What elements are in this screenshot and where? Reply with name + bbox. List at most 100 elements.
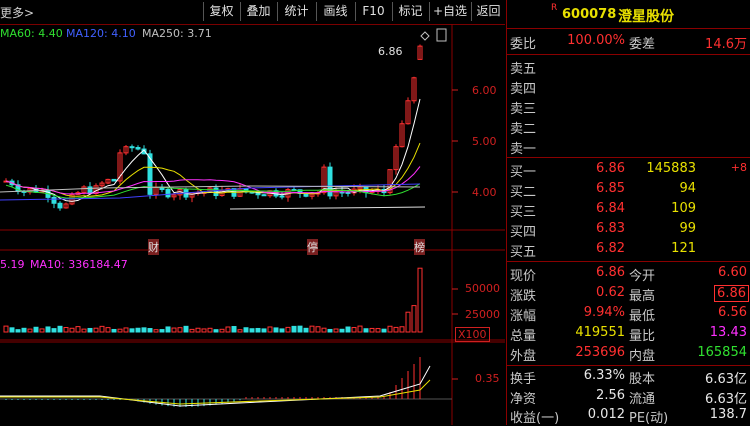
panel-toggle-icon [436,28,447,42]
kline-chart-svg[interactable] [0,24,505,425]
candle-body [345,191,351,194]
volume-bar [63,326,69,333]
stock-name: 澄星股份 [618,9,674,25]
price-axis-600: 6.00 [472,84,497,97]
volume-bar [15,329,21,333]
finance-event-marker[interactable]: 财 [148,239,159,255]
volume-ratio-value: 13.43 [709,325,747,340]
candle-body [129,146,135,149]
high-price-marker: 6.86 [378,45,403,58]
support-line [229,206,426,210]
buy3-label: 买三 [510,205,537,220]
volume-bar [255,327,261,333]
fuquan-button[interactable]: 复权 [203,2,239,21]
buy4-row[interactable]: 买四 6.83 99 [507,220,750,240]
draw-line-button[interactable]: 画线 [316,2,354,21]
volume-bar [363,328,369,333]
stock-code: 600078 [562,7,617,22]
stock-badge: R [551,3,558,13]
suspend-event-marker[interactable]: 停 [307,239,318,255]
weicha-label: 委差 [629,37,656,52]
volume-bar [153,329,159,333]
candle-body [261,194,267,197]
total-volume-value: 419551 [575,325,625,340]
buy4-volume: 99 [679,221,696,236]
total-volume-label: 总量 [510,329,537,344]
volume-bar [123,327,129,333]
volume-bar [261,328,267,333]
quote-row-volume: 总量 419551 量比 13.43 [507,324,750,344]
volume-bar [303,327,309,333]
more-menu[interactable]: 更多> [0,4,34,21]
volume-bar [321,327,327,333]
eps-value: 0.012 [587,407,625,422]
weibi-value: 100.00% [567,33,625,48]
volume-bar [405,311,411,333]
overlay-button[interactable]: 叠加 [240,2,276,21]
volume-bar [219,328,225,333]
volume-bar [393,326,399,333]
buy2-row[interactable]: 买二 6.85 94 [507,180,750,200]
zoom-diamond-icon [420,31,430,41]
buy1-volume: 145883 [646,161,696,176]
mark-button[interactable]: 标记 [392,2,428,21]
volume-bar [81,328,87,333]
float-label: 流通 [629,392,656,407]
volume-bar [27,328,33,333]
volume-bar [201,328,207,333]
buy2-label: 买二 [510,185,537,200]
volume-bar [339,328,345,333]
volume-ratio-label: 量比 [629,329,656,344]
buy5-row[interactable]: 买五 6.82 121 [507,240,750,260]
volume-bar [225,326,231,333]
pct-value: 9.94% [583,305,625,320]
buy1-label: 买一 [510,165,537,180]
volume-bar [99,325,105,333]
sell5-row[interactable]: 卖五 [507,57,750,77]
volume-bar [141,327,147,333]
volume-bar [117,328,123,333]
volume-bar [309,325,315,333]
volume-bar [69,327,75,333]
back-button[interactable]: 返回 [471,2,505,21]
share-capital-value: 6.63亿 [705,372,747,387]
buy5-label: 买五 [510,245,537,260]
sell1-row[interactable]: 卖一 [507,137,750,157]
kline-chart-area[interactable]: MA60: 4.40 MA120: 4.10 MA250: 3.71 6.86 … [0,24,505,425]
buy1-row[interactable]: 买一 6.86 145883 +8 [507,160,750,180]
volume-bar [369,327,375,333]
list-event-marker[interactable]: 榜 [414,239,425,255]
volume-bar [57,325,63,333]
candle-body [165,188,171,198]
candle-body [57,202,63,209]
price-value: 6.86 [596,265,625,280]
vol-unit-label[interactable]: X100 [455,327,490,342]
candle-body [279,195,285,198]
buy4-price: 6.83 [596,221,625,236]
add-watchlist-button[interactable]: +自选 [429,2,470,21]
volume-bar [183,325,189,333]
volume-bar [111,328,117,333]
open-value: 6.60 [718,265,747,280]
ma250-label: MA250: 3.71 [142,27,212,40]
open-label: 今开 [629,269,656,284]
volume-bar [375,328,381,333]
turnover-label: 换手 [510,372,537,387]
quote-row-change: 涨跌 0.62 最高 6.86 [507,284,750,304]
volume-bar [93,327,99,333]
outer-label: 外盘 [510,349,537,364]
quote-row-outer-inner: 外盘 253696 内盘 165854 [507,344,750,364]
weibi-row: 委比 100.00% 委差 14.6万 [507,32,750,52]
volume-bar [51,328,57,333]
f10-button[interactable]: F10 [355,2,391,21]
stock-header: R 600078 澄星股份 [507,3,750,27]
sell4-row[interactable]: 卖四 [507,77,750,97]
sell3-row[interactable]: 卖三 [507,97,750,117]
volume-bar [291,325,297,333]
vol-ma10-label: MA10: 336184.47 [30,258,128,271]
sell2-row[interactable]: 卖二 [507,117,750,137]
eps-label: 收益(一) [510,411,560,426]
buy3-row[interactable]: 买三 6.84 109 [507,200,750,220]
quote-row-turnover: 换手 6.33% 股本 6.63亿 [507,367,750,387]
stats-button[interactable]: 统计 [277,2,315,21]
